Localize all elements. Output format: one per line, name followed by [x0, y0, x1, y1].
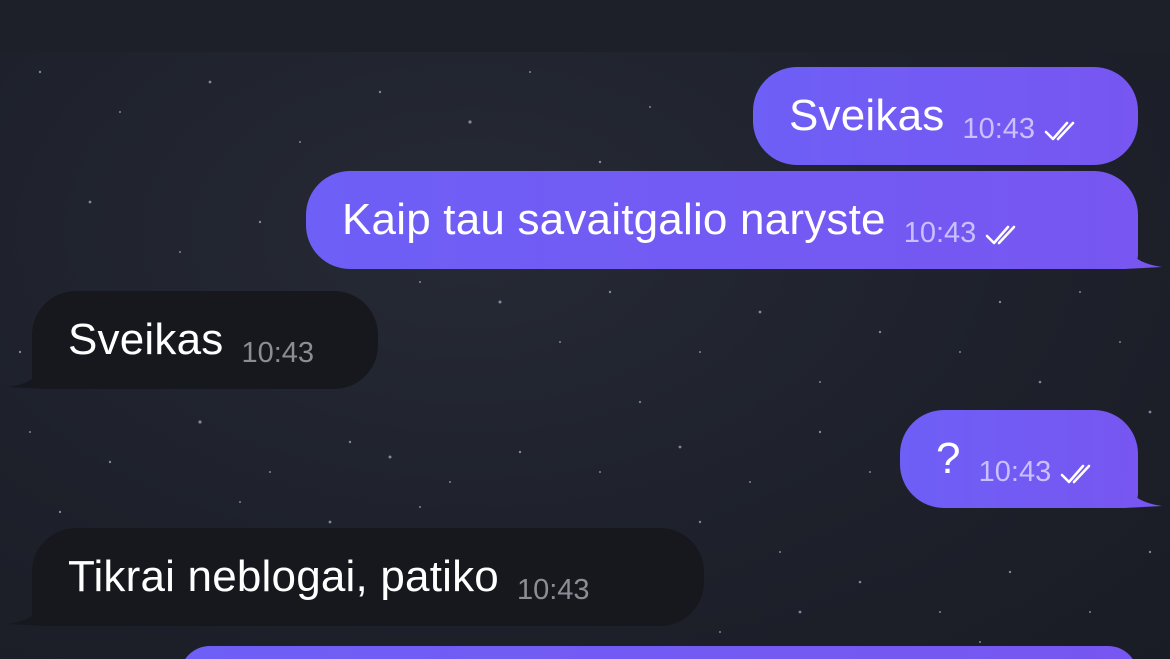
bubble-tail [8, 586, 46, 626]
message-meta: 10:43 [516, 573, 590, 606]
message-bubble-outgoing[interactable]: Kaip tau savaitgalio naryste 10:43 [306, 171, 1162, 269]
message-bubble-incoming[interactable]: Sveikas 10:43 [8, 291, 378, 389]
message-bubble-outgoing[interactable]: ? 10:43 [900, 410, 1162, 508]
double-check-icon [1044, 121, 1075, 140]
bubble-tail [1124, 229, 1162, 269]
message-text: Sveikas [68, 315, 224, 364]
bubble-tail [8, 349, 46, 389]
message-text: Sveikas [789, 91, 945, 140]
message-time: 10:43 [962, 112, 1036, 145]
message-text: ? [936, 434, 961, 483]
chat-header-bar [0, 0, 1170, 52]
message-text: Kaip tau savaitgalio naryste [342, 195, 886, 244]
double-check-icon [985, 225, 1016, 244]
message-meta: 10:43 [903, 216, 1025, 249]
message-bubble-incoming[interactable]: Tikrai neblogai, patiko 10:43 [8, 528, 704, 626]
message-text: Tikrai neblogai, patiko [68, 552, 499, 601]
message-time: 10:43 [516, 573, 590, 606]
message-time: 10:43 [241, 336, 315, 369]
message-bubble-outgoing[interactable]: Sveikas 10:43 [753, 67, 1138, 165]
message-meta: 10:43 [241, 336, 315, 369]
chat-area[interactable]: Sveikas 10:43 Kaip tau savaitgalio narys… [0, 52, 1170, 659]
message-bubble-outgoing-partial[interactable] [180, 646, 1138, 659]
message-time: 10:43 [903, 216, 977, 249]
message-meta: 10:43 [962, 112, 1083, 145]
double-check-icon [1060, 464, 1091, 483]
bubble-tail [1124, 468, 1162, 508]
message-time: 10:43 [978, 455, 1052, 488]
message-meta: 10:43 [978, 455, 1100, 488]
